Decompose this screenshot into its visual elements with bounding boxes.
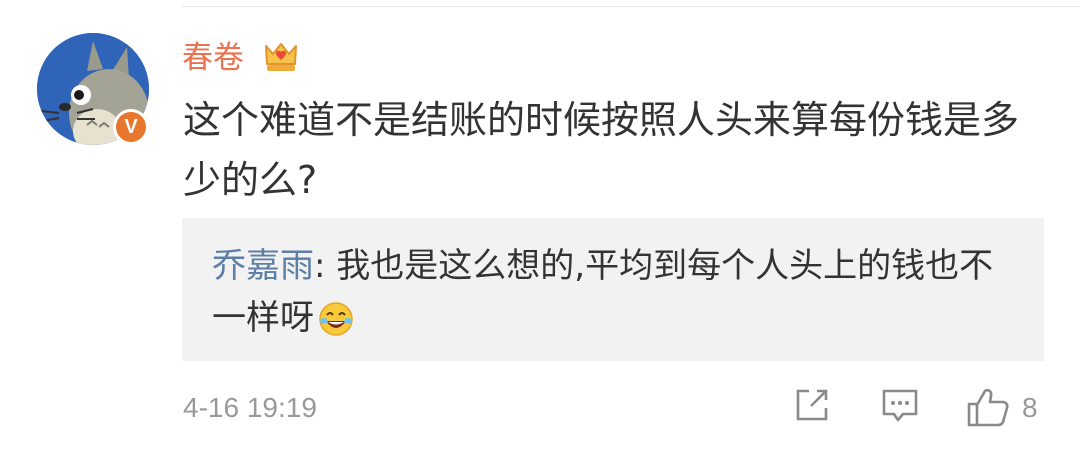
comment-text: 这个难道不是结账的时候按照人头来算每份钱是多少的么? xyxy=(183,98,1020,202)
top-divider xyxy=(182,6,1080,7)
share-icon[interactable] xyxy=(793,386,831,424)
reply-content: 乔嘉雨: 我也是这么想的,平均到每个人头上的钱也不一样呀 xyxy=(212,240,1012,344)
reply-separator: : xyxy=(314,246,337,286)
reply-box[interactable]: 乔嘉雨: 我也是这么想的,平均到每个人头上的钱也不一样呀 xyxy=(182,218,1044,361)
like-count: 8 xyxy=(1022,392,1038,423)
like-icon[interactable] xyxy=(966,386,1010,428)
reply-author[interactable]: 乔嘉雨 xyxy=(212,246,314,286)
comment-icon[interactable] xyxy=(880,386,920,426)
laugh-cry-emoji-icon xyxy=(319,302,353,336)
crown-icon xyxy=(265,43,297,71)
comment-username[interactable]: 春卷 xyxy=(182,36,244,80)
verified-badge: V xyxy=(113,109,149,145)
comment-timestamp: 4-16 19:19 xyxy=(183,392,317,423)
